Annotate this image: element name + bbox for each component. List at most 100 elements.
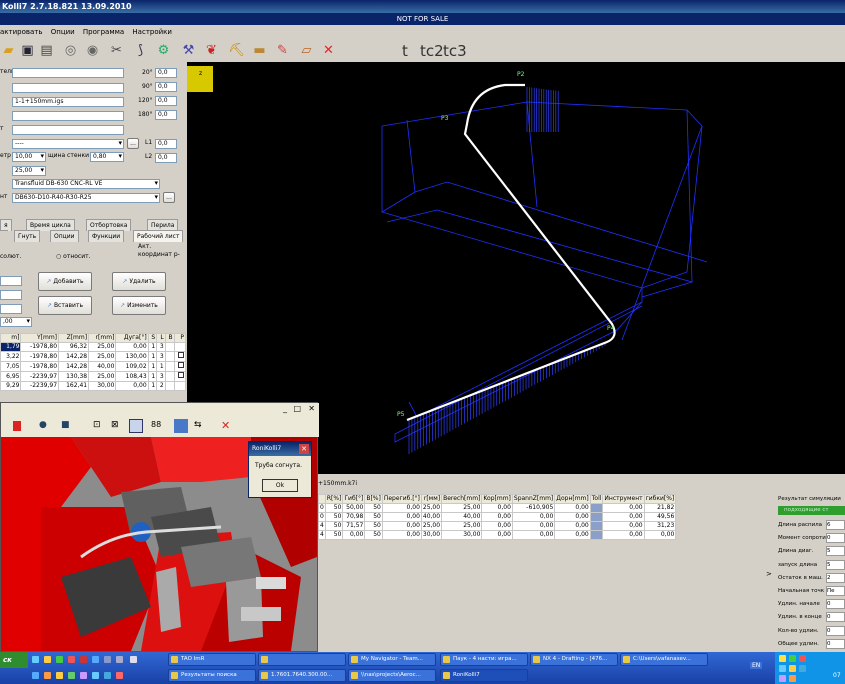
col-header[interactable]: B: [164, 333, 175, 343]
swap-icon[interactable]: ⇆: [194, 420, 202, 430]
insert-button[interactable]: ↗ Вставить: [38, 296, 92, 315]
profile-select[interactable]: ----: [12, 139, 124, 149]
close-icon[interactable]: ✕: [320, 42, 337, 59]
col-header[interactable]: Berech[mm]: [441, 494, 483, 504]
col-header[interactable]: SpannZ[mm]: [511, 494, 556, 504]
coord-input[interactable]: [0, 276, 22, 286]
bend-icon[interactable]: ⟆: [132, 42, 149, 59]
tab-bend[interactable]: Гнуть: [14, 230, 41, 242]
tab-worksheet[interactable]: Рабочий лист: [133, 230, 184, 242]
circle-icon[interactable]: ◎: [62, 42, 79, 59]
window-icon[interactable]: [174, 419, 188, 433]
col-header[interactable]: r[мм]: [420, 494, 443, 504]
task-button[interactable]: Результаты поиска: [168, 669, 256, 682]
col-header[interactable]: P: [173, 333, 187, 343]
table-row[interactable]: 1,79 -1978,80 96,32 25,00 0,00 1 3: [0, 342, 187, 352]
quicklaunch-icon[interactable]: [92, 656, 99, 663]
table-row[interactable]: 6,95 -2239,97 130,38 25,00 108,43 1 3: [0, 371, 187, 382]
table-row[interactable]: 0 50 50,00 50 0,00 25,00 25,00 0,00 -610,905 0,00…: [318, 503, 677, 513]
tray-icon[interactable]: [779, 655, 786, 662]
table-row[interactable]: 9,29 -2239,97 162,41 30,00 0,00 1 2: [0, 381, 187, 391]
dialog-close-icon[interactable]: ✕: [299, 444, 309, 454]
result-value[interactable]: 0: [826, 599, 845, 610]
angle-input[interactable]: 0,0: [155, 96, 177, 106]
angle-input[interactable]: 0,0: [155, 82, 177, 92]
table-row[interactable]: 4 50 71,57 50 0,00 25,00 25,00 0,00 0,00 0,00 0,00…: [318, 521, 677, 531]
table-row[interactable]: 0 50 70,98 50 0,00 40,00 40,00 0,00 0,00 0,00 0,00…: [318, 512, 677, 522]
result-value[interactable]: 0: [826, 625, 845, 636]
tray-icon[interactable]: [789, 665, 796, 672]
task-button[interactable]: Паук - 4 насти: игра...: [440, 653, 528, 666]
radio-rel[interactable]: ○ относит.: [56, 252, 91, 262]
start-button[interactable]: ск: [0, 652, 28, 668]
minimize-icon[interactable]: _: [283, 404, 287, 413]
machine-icon[interactable]: ⚙: [155, 42, 172, 59]
quicklaunch-icon[interactable]: [44, 656, 51, 663]
col-header[interactable]: r[mm]: [88, 333, 117, 343]
quicklaunch-icon[interactable]: [92, 672, 99, 679]
col-header[interactable]: Toll: [589, 494, 604, 504]
close-icon[interactable]: ✕: [308, 404, 315, 413]
field-input[interactable]: [12, 111, 124, 121]
row-checkbox[interactable]: [173, 371, 187, 382]
quicklaunch-icon[interactable]: [80, 656, 87, 663]
tab-functions[interactable]: Функции: [88, 230, 125, 242]
quicklaunch-icon[interactable]: [68, 672, 75, 679]
row-checkbox[interactable]: [173, 342, 187, 352]
circle-icon[interactable]: ◉: [84, 42, 101, 59]
table-row[interactable]: 7,05 -1978,80 142,28 40,00 109,02 1 1: [0, 361, 187, 372]
extra-select[interactable]: 25,00: [12, 166, 46, 176]
tray-icon[interactable]: [789, 675, 796, 682]
open-folder-icon[interactable]: ▰: [0, 42, 17, 59]
col-header[interactable]: гибки[%]: [643, 494, 677, 504]
scissors-icon[interactable]: ✂: [108, 42, 125, 59]
tray-icon[interactable]: [799, 655, 806, 662]
crane-icon[interactable]: ⛏: [228, 42, 245, 59]
col-header[interactable]: L: [156, 333, 166, 343]
stop-icon[interactable]: [13, 421, 21, 431]
col-header[interactable]: B[%]: [364, 494, 383, 504]
col-header[interactable]: Z[mm]: [58, 333, 90, 343]
tc-label-tc2[interactable]: tc2: [420, 40, 444, 62]
col-header[interactable]: Перегиб.[°]: [381, 494, 422, 504]
col-header[interactable]: [318, 494, 326, 504]
result-value[interactable]: 0: [826, 533, 845, 544]
field-input[interactable]: [12, 125, 124, 135]
expand-arrow-icon[interactable]: >: [766, 570, 772, 578]
result-value[interactable]: Пе: [826, 586, 845, 596]
col-header[interactable]: Дорн[mm]: [554, 494, 591, 504]
col-header[interactable]: R[%]: [324, 494, 344, 504]
row-checkbox[interactable]: [173, 351, 187, 362]
browse-button[interactable]: ...: [163, 192, 175, 203]
maximize-icon[interactable]: □: [293, 404, 301, 413]
result-value[interactable]: 2: [826, 572, 845, 583]
zoom-icon[interactable]: ⊠: [111, 420, 119, 430]
tray-icon[interactable]: [779, 665, 786, 672]
truck-icon[interactable]: ▬: [251, 42, 268, 59]
quicklaunch-icon[interactable]: [130, 656, 137, 663]
tab-options[interactable]: Опции: [50, 230, 79, 242]
checkbox[interactable]: [178, 372, 184, 378]
tc-label-tc3[interactable]: tc3: [443, 40, 467, 62]
table-row[interactable]: 3,22 -1978,80 142,28 25,00 130,00 1 3: [0, 351, 187, 362]
save-icon[interactable]: ▣: [19, 42, 36, 59]
small-select[interactable]: ,00: [0, 317, 32, 327]
tray-icon[interactable]: [789, 655, 796, 662]
tc-label-t[interactable]: t: [402, 40, 408, 62]
l2-input[interactable]: 0,0: [155, 153, 177, 163]
quicklaunch-icon[interactable]: [56, 656, 63, 663]
checkbox[interactable]: [178, 362, 184, 368]
menu-settings[interactable]: Настройки: [132, 28, 172, 36]
close-icon[interactable]: ✕: [221, 419, 230, 432]
ok-button[interactable]: Ok: [262, 479, 298, 492]
quicklaunch-icon[interactable]: [44, 672, 51, 679]
col-header[interactable]: Y[mm]: [20, 333, 60, 343]
quicklaunch-icon[interactable]: [116, 672, 123, 679]
coord-input[interactable]: [0, 304, 22, 314]
language-indicator[interactable]: EN: [750, 662, 763, 669]
task-button[interactable]: NX 4 - Drafting - [476...: [530, 653, 618, 666]
quicklaunch-icon[interactable]: [56, 672, 63, 679]
tube-path[interactable]: [406, 83, 616, 422]
rotate-icon[interactable]: [129, 419, 143, 433]
angle-input[interactable]: 0,0: [155, 68, 177, 78]
